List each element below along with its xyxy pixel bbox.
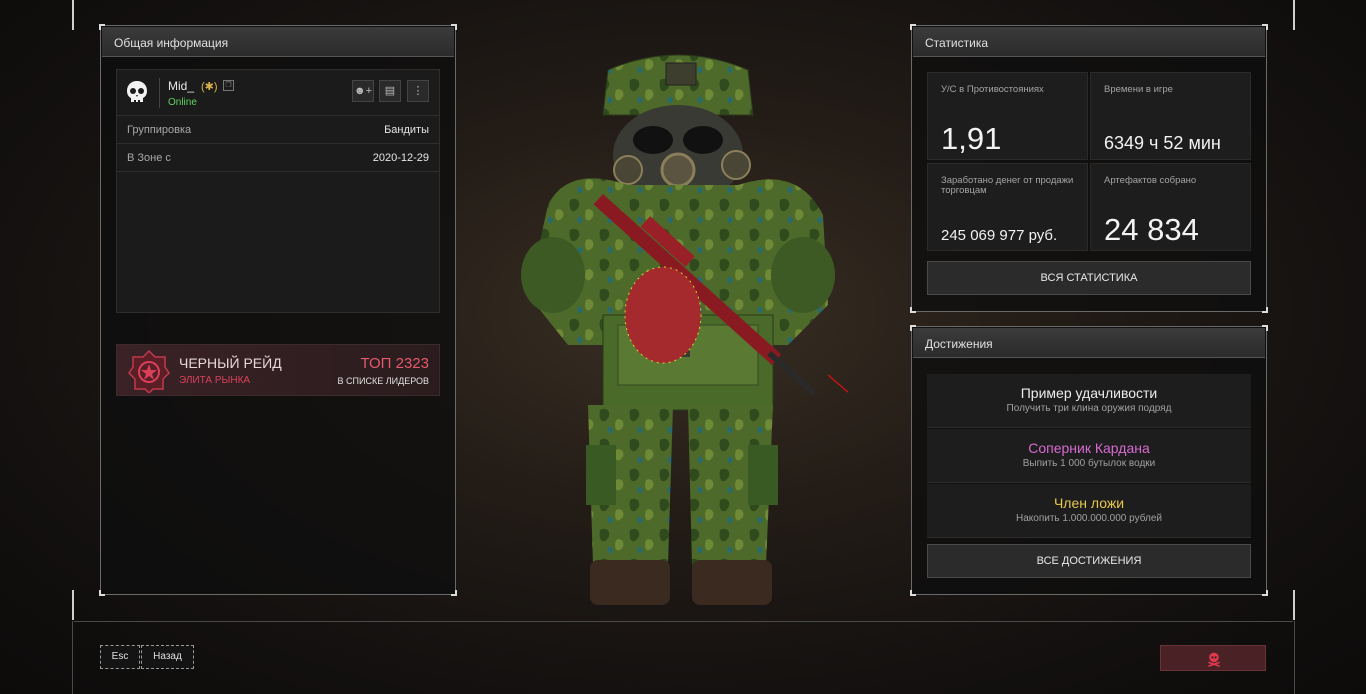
player-header: Mid_ (✱) ❐ Online ☻+ ▤ ⋮ bbox=[117, 70, 439, 116]
achievement-desc: Накопить 1.000.000.000 рублей bbox=[1016, 513, 1162, 524]
copy-icon[interactable]: ❐ bbox=[223, 80, 234, 91]
info-value: Бандиты bbox=[384, 124, 429, 136]
frame-right-bottom bbox=[1293, 590, 1295, 620]
general-info-title: Общая информация bbox=[102, 27, 454, 57]
player-card: Mid_ (✱) ❐ Online ☻+ ▤ ⋮ Группировка Бан… bbox=[116, 69, 440, 313]
stat-label: Времени в игре bbox=[1104, 84, 1173, 95]
achievement-item[interactable]: Соперник Кардана Выпить 1 000 бутылок во… bbox=[927, 429, 1251, 483]
add-friend-icon: ☻+ bbox=[354, 85, 372, 97]
frame-right-line bbox=[1294, 621, 1295, 694]
player-name: Mid_ bbox=[168, 79, 195, 93]
stat-value: 1,91 bbox=[941, 121, 1002, 156]
all-achievements-button[interactable]: ВСЕ ДОСТИЖЕНИЯ bbox=[927, 544, 1251, 578]
pirate-button[interactable] bbox=[1160, 645, 1266, 671]
skull-icon bbox=[127, 81, 147, 102]
achievement-title: Пример удачливости bbox=[1020, 385, 1158, 401]
info-row-faction: Группировка Бандиты bbox=[117, 116, 439, 144]
achievements-panel: Достижения Пример удачливости Получить т… bbox=[910, 325, 1268, 596]
raid-emblem-icon bbox=[128, 349, 170, 393]
achievement-title: Член ложи bbox=[1053, 495, 1125, 511]
achievement-title: Соперник Кардана bbox=[1028, 440, 1150, 456]
statistics-panel: Статистика У/С в Противостояниях 1,91 Вр… bbox=[910, 24, 1268, 313]
all-stats-button[interactable]: ВСЯ СТАТИСТИКА bbox=[927, 261, 1251, 295]
more-icon: ⋮ bbox=[412, 85, 424, 97]
raid-subtitle: ЭЛИТА РЫНКА bbox=[179, 375, 251, 386]
frame-left-line bbox=[72, 621, 73, 694]
stat-value: 24 834 bbox=[1104, 212, 1199, 247]
achievement-desc: Выпить 1 000 бутылок водки bbox=[1022, 458, 1156, 469]
frame-right-top bbox=[1293, 0, 1295, 30]
pirate-skull-icon bbox=[1208, 652, 1220, 667]
player-status: Online bbox=[168, 97, 197, 108]
frame-bottom-line bbox=[74, 621, 1293, 622]
stat-value: 245 069 977 руб. bbox=[941, 227, 1058, 244]
stat-value: 6349 ч 52 мин bbox=[1104, 133, 1221, 153]
achievements-title: Достижения bbox=[913, 328, 1265, 358]
statistics-title: Статистика bbox=[913, 27, 1265, 57]
raid-rank-card[interactable]: ЧЕРНЫЙ РЕЙД ЭЛИТА РЫНКА ТОП 2323 В СПИСК… bbox=[116, 344, 440, 396]
character-model bbox=[521, 54, 848, 605]
esc-key[interactable]: Esc bbox=[100, 645, 140, 669]
stat-kd: У/С в Противостояниях 1,91 bbox=[927, 72, 1088, 160]
raid-rank-caption: В СПИСКЕ ЛИДЕРОВ bbox=[337, 376, 429, 386]
stat-label: У/С в Противостояниях bbox=[941, 84, 1044, 95]
message-button[interactable]: ▤ bbox=[379, 80, 401, 102]
info-label: В Зоне с bbox=[127, 152, 171, 164]
frame-left-top bbox=[72, 0, 74, 30]
achievement-desc: Получить три клина оружия подряд bbox=[1006, 403, 1172, 414]
message-icon: ▤ bbox=[384, 85, 396, 97]
achievement-item[interactable]: Член ложи Накопить 1.000.000.000 рублей bbox=[927, 484, 1251, 538]
general-info-panel: Общая информация Mid_ (✱) ❐ Online ☻+ ▤ … bbox=[99, 24, 457, 596]
add-friend-button[interactable]: ☻+ bbox=[352, 80, 374, 102]
stat-label: Заработано денег от продажи торговцам bbox=[941, 175, 1074, 196]
achievement-item[interactable]: Пример удачливости Получить три клина ор… bbox=[927, 374, 1251, 428]
stat-money: Заработано денег от продажи торговцам 24… bbox=[927, 163, 1088, 251]
raid-title: ЧЕРНЫЙ РЕЙД bbox=[179, 355, 282, 371]
back-button[interactable]: Назад bbox=[141, 645, 194, 669]
stat-label: Артефактов собрано bbox=[1104, 175, 1197, 186]
info-row-zone-since: В Зоне с 2020-12-29 bbox=[117, 144, 439, 172]
stat-artifacts: Артефактов собрано 24 834 bbox=[1090, 163, 1251, 251]
info-label: Группировка bbox=[127, 124, 192, 136]
more-button[interactable]: ⋮ bbox=[407, 80, 429, 102]
clan-badge-icon: (✱) bbox=[201, 81, 218, 93]
raid-rank: ТОП 2323 bbox=[360, 355, 429, 372]
frame-left-bottom bbox=[72, 590, 74, 620]
info-value: 2020-12-29 bbox=[372, 152, 429, 164]
stat-playtime: Времени в игре 6349 ч 52 мин bbox=[1090, 72, 1251, 160]
